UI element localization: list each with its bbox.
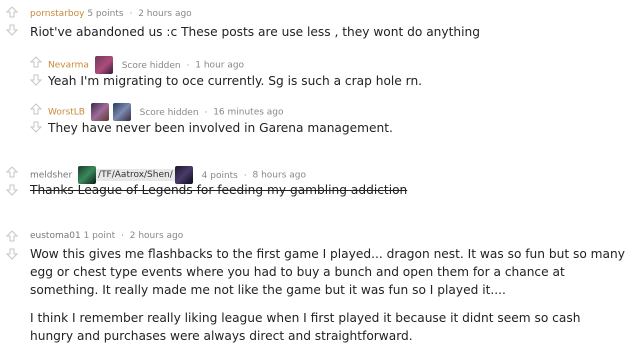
points: 5 points	[87, 9, 124, 19]
separator: ·	[186, 60, 190, 71]
down-arrow-icon[interactable]	[30, 74, 42, 86]
timestamp: 2 hours ago	[138, 9, 192, 19]
down-arrow-icon[interactable]	[6, 24, 18, 36]
author-link[interactable]: Nevarma	[48, 61, 89, 71]
vote-controls	[6, 6, 20, 38]
up-arrow-icon[interactable]	[6, 166, 18, 178]
comment-body: Yeah I'm migrating to oce currently. Sg …	[48, 74, 423, 88]
separator: ·	[129, 9, 133, 19]
score-hidden: Score hidden	[121, 60, 181, 71]
comment-body: Thanks League of Legends for feeding my …	[30, 183, 408, 197]
comment-paragraph: Wow this gives me flashbacks to the firs…	[30, 247, 625, 297]
score-hidden: Score hidden	[139, 107, 199, 118]
author-link[interactable]: eustoma01	[30, 231, 81, 241]
author-link[interactable]: WorstLB	[48, 108, 85, 118]
timestamp: 1 hour ago	[195, 60, 245, 71]
down-arrow-icon[interactable]	[30, 121, 42, 133]
comment-body: Wow this gives me flashbacks to the firs…	[30, 245, 626, 355]
separator: ·	[204, 107, 208, 118]
comment-body: Riot've abandoned us :c These posts are …	[30, 25, 480, 39]
vote-controls	[6, 230, 20, 262]
user-flair: /TF/Aatrox/Shen/	[96, 169, 175, 181]
timestamp: 16 minutes ago	[213, 107, 284, 118]
comment-body: They have never been involved in Garena …	[48, 121, 393, 135]
vote-controls	[6, 166, 20, 198]
separator: ·	[243, 170, 247, 181]
down-arrow-icon[interactable]	[6, 184, 18, 196]
timestamp: 8 hours ago	[252, 170, 307, 181]
vote-controls	[30, 56, 44, 88]
timestamp: 2 hours ago	[129, 231, 184, 241]
comment-paragraph: I think I remember really liking league …	[30, 311, 581, 343]
comment-tagline: eustoma01 1 point · 2 hours ago	[30, 230, 183, 242]
comment-tagline: pornstarboy 5 points · 2 hours ago	[30, 8, 192, 20]
up-arrow-icon[interactable]	[6, 230, 18, 242]
comment-thread: pornstarboy 5 points · 2 hours ago Riot'…	[0, 0, 640, 359]
author-link[interactable]: meldsher	[30, 171, 72, 181]
vote-controls	[30, 103, 44, 135]
separator: ·	[121, 231, 124, 241]
author-link[interactable]: pornstarboy	[30, 9, 84, 19]
points: 1 point	[83, 231, 116, 241]
points: 4 points	[201, 170, 238, 181]
up-arrow-icon[interactable]	[30, 103, 42, 115]
up-arrow-icon[interactable]	[30, 56, 42, 68]
down-arrow-icon[interactable]	[6, 248, 18, 260]
up-arrow-icon[interactable]	[6, 6, 18, 18]
